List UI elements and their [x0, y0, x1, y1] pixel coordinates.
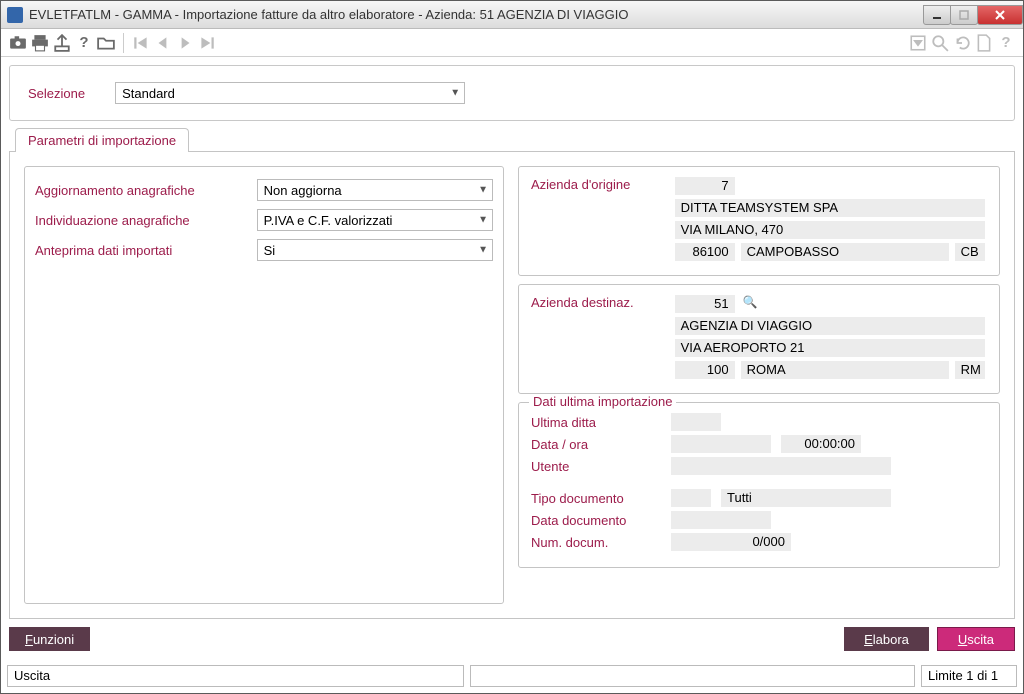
origine-code: 7 [675, 177, 735, 195]
destinaz-label: Azienda destinaz. [531, 295, 671, 310]
selection-panel: Selezione Standard ▼ [9, 65, 1015, 121]
tab-label: Parametri di importazione [28, 133, 176, 148]
origine-prov: CB [955, 243, 985, 261]
toolbar: ? ? [1, 29, 1023, 57]
search-icon[interactable] [931, 34, 949, 52]
ultima-legend: Dati ultima importazione [529, 394, 676, 409]
dropdown-icon[interactable] [909, 34, 927, 52]
tab-body: Aggiornamento anagrafiche Non aggiorna ▼… [9, 151, 1015, 619]
camera-icon[interactable] [9, 34, 27, 52]
status-left: Uscita [7, 665, 464, 687]
chevron-down-icon: ▼ [450, 88, 460, 99]
tab-container: Parametri di importazione Aggiornamento … [9, 127, 1015, 619]
destinaz-code[interactable]: 51 [675, 295, 735, 313]
close-button[interactable] [977, 5, 1023, 25]
nav-last-icon[interactable] [198, 34, 216, 52]
export-icon[interactable] [53, 34, 71, 52]
action-bar: Funzioni Elabora Uscita [9, 625, 1015, 657]
datadoc-label: Data documento [531, 513, 661, 528]
statusbar: Uscita Limite 1 di 1 [1, 665, 1023, 693]
app-window: EVLETFATLM - GAMMA - Importazione fattur… [0, 0, 1024, 694]
elabora-button[interactable]: Elabora [844, 627, 929, 651]
numdoc-label: Num. docum. [531, 535, 661, 550]
destinaz-city: ROMA [741, 361, 949, 379]
chevron-down-icon: ▼ [478, 185, 488, 196]
anteprima-combo[interactable]: Si ▼ [257, 239, 493, 261]
destinaz-address: VIA AEROPORTO 21 [675, 339, 985, 357]
anteprima-value: Si [264, 243, 276, 258]
chevron-down-icon: ▼ [478, 245, 488, 256]
origine-cap: 86100 [675, 243, 735, 261]
ultima-ditta-value [671, 413, 721, 431]
tab-parametri[interactable]: Parametri di importazione [15, 128, 189, 152]
lookup-icon[interactable]: 🔍 [743, 295, 758, 313]
window-title: EVLETFATLM - GAMMA - Importazione fattur… [29, 7, 924, 22]
maximize-button[interactable] [950, 5, 978, 25]
page-icon[interactable] [975, 34, 993, 52]
folder-icon[interactable] [97, 34, 115, 52]
numdoc-value: 0/000 [671, 533, 791, 551]
nav-next-icon[interactable] [176, 34, 194, 52]
datadoc-value [671, 511, 771, 529]
toolbar-separator [123, 33, 124, 53]
aggiornamento-label: Aggiornamento anagrafiche [35, 183, 247, 198]
selection-value: Standard [122, 86, 175, 101]
utente-value [671, 457, 891, 475]
uscita-button[interactable]: Uscita [937, 627, 1015, 651]
status-mid [470, 665, 915, 687]
aggiornamento-value: Non aggiorna [264, 183, 342, 198]
window-controls [924, 5, 1023, 25]
left-panel: Aggiornamento anagrafiche Non aggiorna ▼… [24, 166, 504, 604]
content-area: Selezione Standard ▼ Parametri di import… [1, 57, 1023, 665]
app-icon [7, 7, 23, 23]
origine-panel: Azienda d'origine 7 DITTA TEAMSYSTEM SPA… [518, 166, 1000, 276]
utente-label: Utente [531, 459, 661, 474]
help-icon[interactable]: ? [75, 34, 93, 52]
nav-first-icon[interactable] [132, 34, 150, 52]
destinaz-panel: Azienda destinaz. 51 🔍 AGENZIA DI VIAGGI… [518, 284, 1000, 394]
funzioni-button[interactable]: Funzioni [9, 627, 90, 651]
individuazione-value: P.IVA e C.F. valorizzati [264, 213, 393, 228]
right-panel: Azienda d'origine 7 DITTA TEAMSYSTEM SPA… [518, 166, 1000, 604]
dataora-label: Data / ora [531, 437, 661, 452]
destinaz-name: AGENZIA DI VIAGGIO [675, 317, 985, 335]
tipodoc-pre [671, 489, 711, 507]
origine-label: Azienda d'origine [531, 177, 671, 192]
dataora-date [671, 435, 771, 453]
aggiornamento-combo[interactable]: Non aggiorna ▼ [257, 179, 493, 201]
origine-city: CAMPOBASSO [741, 243, 949, 261]
individuazione-label: Individuazione anagrafiche [35, 213, 247, 228]
ultima-ditta-label: Ultima ditta [531, 415, 661, 430]
nav-prev-icon[interactable] [154, 34, 172, 52]
origine-name: DITTA TEAMSYSTEM SPA [675, 199, 985, 217]
selection-label: Selezione [28, 86, 85, 101]
ultima-import-panel: Dati ultima importazione Ultima ditta Da… [518, 402, 1000, 568]
status-right: Limite 1 di 1 [921, 665, 1017, 687]
tipodoc-value: Tutti [721, 489, 891, 507]
anteprima-label: Anteprima dati importati [35, 243, 247, 258]
tipodoc-label: Tipo documento [531, 491, 661, 506]
print-icon[interactable] [31, 34, 49, 52]
dataora-time: 00:00:00 [781, 435, 861, 453]
origine-address: VIA MILANO, 470 [675, 221, 985, 239]
individuazione-combo[interactable]: P.IVA e C.F. valorizzati ▼ [257, 209, 493, 231]
chevron-down-icon: ▼ [478, 215, 488, 226]
undo-icon[interactable] [953, 34, 971, 52]
help2-icon[interactable]: ? [997, 34, 1015, 52]
minimize-button[interactable] [923, 5, 951, 25]
destinaz-prov: RM [955, 361, 985, 379]
destinaz-cap: 100 [675, 361, 735, 379]
titlebar: EVLETFATLM - GAMMA - Importazione fattur… [1, 1, 1023, 29]
selection-combo[interactable]: Standard ▼ [115, 82, 465, 104]
